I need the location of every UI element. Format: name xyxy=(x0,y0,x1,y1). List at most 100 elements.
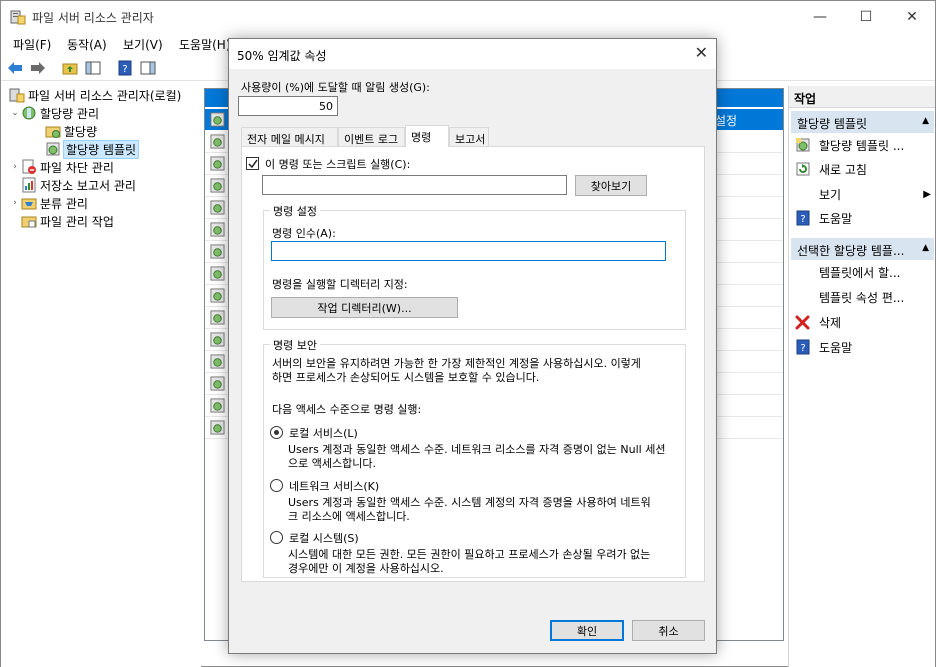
run-command-checkbox[interactable] xyxy=(246,157,259,170)
arrow-left-icon xyxy=(8,62,22,74)
action-pane-icon xyxy=(140,61,156,75)
file-screen-icon xyxy=(22,159,36,174)
show-hide-tree-button[interactable] xyxy=(84,59,102,77)
quota-template-icon xyxy=(210,222,225,237)
tab-email[interactable]: 전자 메일 메시지 xyxy=(241,127,338,146)
close-button[interactable]: ✕ xyxy=(889,1,935,32)
minimize-button[interactable]: — xyxy=(797,1,843,32)
quota-mgmt-icon xyxy=(22,106,36,120)
action-help-2[interactable]: ? 도움말 xyxy=(795,337,933,357)
tree-item-file-screening[interactable]: › 파일 차단 관리 xyxy=(9,158,114,176)
report-icon xyxy=(22,177,36,193)
command-path-input[interactable] xyxy=(262,175,567,195)
action-view[interactable]: 보기 ▶ xyxy=(795,184,933,204)
network-service-radio[interactable] xyxy=(270,479,283,492)
network-service-desc-line2: 크 리소스에 액세스합니다. xyxy=(288,510,410,523)
local-system-desc-line2: 경우에만 이 계정을 사용하십시오. xyxy=(288,562,444,575)
tree-item-storage-reports[interactable]: 저장소 보고서 관리 xyxy=(21,176,136,194)
command-args-input[interactable] xyxy=(271,241,666,261)
tree-item-quota-mgmt[interactable]: ⌄ 할당량 관리 xyxy=(9,104,99,122)
quota-template-icon xyxy=(210,178,225,193)
chevron-right-icon[interactable]: › xyxy=(9,198,21,208)
show-hide-action-pane-button[interactable] xyxy=(139,59,157,77)
tree-root-label: 파일 서버 리소스 관리자(로컬) xyxy=(28,88,182,103)
quota-template-icon xyxy=(210,376,225,391)
help-icon: ? xyxy=(118,60,132,76)
action-refresh[interactable]: 새로 고침 xyxy=(795,159,933,179)
svg-text:?: ? xyxy=(800,214,805,225)
window-title: 파일 서버 리소스 관리자 xyxy=(32,11,154,25)
tree-item-label: 파일 관리 작업 xyxy=(40,214,114,229)
menu-file[interactable]: 파일(F) xyxy=(13,36,51,53)
working-directory-button[interactable]: 작업 디렉터리(W)... xyxy=(271,297,458,318)
action-label: 도움말 xyxy=(819,211,853,226)
ok-button[interactable]: 확인 xyxy=(550,620,624,641)
local-system-desc-line1: 시스템에 대한 모든 권한. 모든 권한이 필요하고 프로세스가 손상될 우려가… xyxy=(288,548,651,561)
back-button[interactable] xyxy=(6,59,24,77)
actions-header: 작업 xyxy=(789,86,935,108)
args-label: 명령 인수(A): xyxy=(272,227,336,240)
help-button[interactable]: ? xyxy=(116,59,134,77)
tree-item-classification[interactable]: › 분류 관리 xyxy=(9,194,88,212)
tree-item-label: 분류 관리 xyxy=(40,196,88,211)
run-command-label: 이 명령 또는 스크립트 실행(C): xyxy=(265,158,411,171)
threshold-label: 사용량이 (%)에 도달할 때 알림 생성(G): xyxy=(241,81,430,94)
actions-pane: 작업 할당량 템플릿 ▲ 할당량 템플릿 ... 새로 고침 보기 ▶ ? 도움… xyxy=(788,86,935,667)
menu-view[interactable]: 보기(V) xyxy=(123,36,163,53)
action-create-from-template[interactable]: 템플릿에서 할... xyxy=(795,262,933,282)
chevron-down-icon[interactable]: ⌄ xyxy=(9,108,21,118)
menu-help[interactable]: 도움말(H) xyxy=(179,36,231,53)
tab-command[interactable]: 명령 xyxy=(405,125,449,147)
local-service-radio[interactable] xyxy=(270,426,283,439)
dialog-title: 50% 임계값 속성 xyxy=(237,49,327,63)
action-create-template[interactable]: 할당량 템플릿 ... xyxy=(795,135,933,155)
local-service-desc-line1: Users 계정과 동일한 액세스 수준. 네트워크 리소스를 자격 증명이 없… xyxy=(288,443,666,456)
forward-button[interactable] xyxy=(29,59,47,77)
tab-report[interactable]: 보고서 xyxy=(449,127,489,146)
refresh-icon xyxy=(796,162,810,176)
quota-template-icon xyxy=(210,354,225,369)
file-server-icon xyxy=(10,10,26,25)
menu-action[interactable]: 동작(A) xyxy=(67,36,107,53)
tree-item-file-mgmt-tasks[interactable]: 파일 관리 작업 xyxy=(21,212,114,230)
arrow-right-icon xyxy=(31,62,45,74)
up-folder-button[interactable] xyxy=(61,59,79,77)
help-icon: ? xyxy=(796,339,810,355)
actions-section-selected-template[interactable]: 선택한 할당량 템플... ▲ xyxy=(791,238,934,260)
tree-item-quota-templates[interactable]: 할당량 템플릿 xyxy=(33,139,140,159)
tree-item-label: 할당량 xyxy=(64,124,98,139)
quota-template-icon xyxy=(210,244,225,259)
quota-template-icon xyxy=(210,266,225,281)
chevron-right-icon[interactable]: › xyxy=(9,162,21,172)
action-help[interactable]: ? 도움말 xyxy=(795,208,933,228)
browse-button[interactable]: 찾아보기 xyxy=(575,175,647,196)
maximize-button[interactable]: ☐ xyxy=(843,1,889,32)
folder-quota-icon xyxy=(45,126,61,138)
delete-x-icon xyxy=(795,315,810,330)
quota-template-icon xyxy=(210,398,225,413)
threshold-input[interactable] xyxy=(238,96,338,116)
tree-item-label: 할당량 템플릿 xyxy=(62,139,140,159)
svg-text:?: ? xyxy=(122,64,127,75)
action-label: 새로 고침 xyxy=(819,162,867,177)
quota-template-icon xyxy=(210,200,225,215)
security-description-line1: 서버의 보안을 유지하려면 가능한 한 가장 제한적인 계정을 사용하십시오. … xyxy=(272,357,641,370)
section-label: 할당량 템플릿 xyxy=(797,117,868,131)
tree-root[interactable]: 파일 서버 리소스 관리자(로컬) xyxy=(5,86,181,104)
task-folder-icon xyxy=(21,216,37,228)
section-label: 선택한 할당량 템플... xyxy=(797,244,905,258)
threshold-properties-dialog: 50% 임계값 속성 ✕ 사용량이 (%)에 도달할 때 알림 생성(G): 전… xyxy=(228,38,717,654)
action-delete[interactable]: 삭제 xyxy=(795,312,933,332)
action-label: 템플릿에서 할... xyxy=(819,265,901,280)
action-label: 보기 xyxy=(819,187,842,202)
local-system-radio[interactable] xyxy=(270,531,283,544)
tree-item-quotas[interactable]: 할당량 xyxy=(33,122,97,140)
dialog-close-button[interactable]: ✕ xyxy=(695,43,708,62)
title-bar: 파일 서버 리소스 관리자 — ☐ ✕ xyxy=(1,1,935,32)
action-label: 도움말 xyxy=(819,340,853,355)
tab-event-log[interactable]: 이벤트 로그 xyxy=(338,127,405,146)
action-edit-template-props[interactable]: 템플릿 속성 편... xyxy=(795,287,933,307)
cancel-button[interactable]: 취소 xyxy=(632,620,705,641)
actions-section-quota-templates[interactable]: 할당량 템플릿 ▲ xyxy=(791,111,934,133)
collapse-icon: ▲ xyxy=(922,243,929,253)
